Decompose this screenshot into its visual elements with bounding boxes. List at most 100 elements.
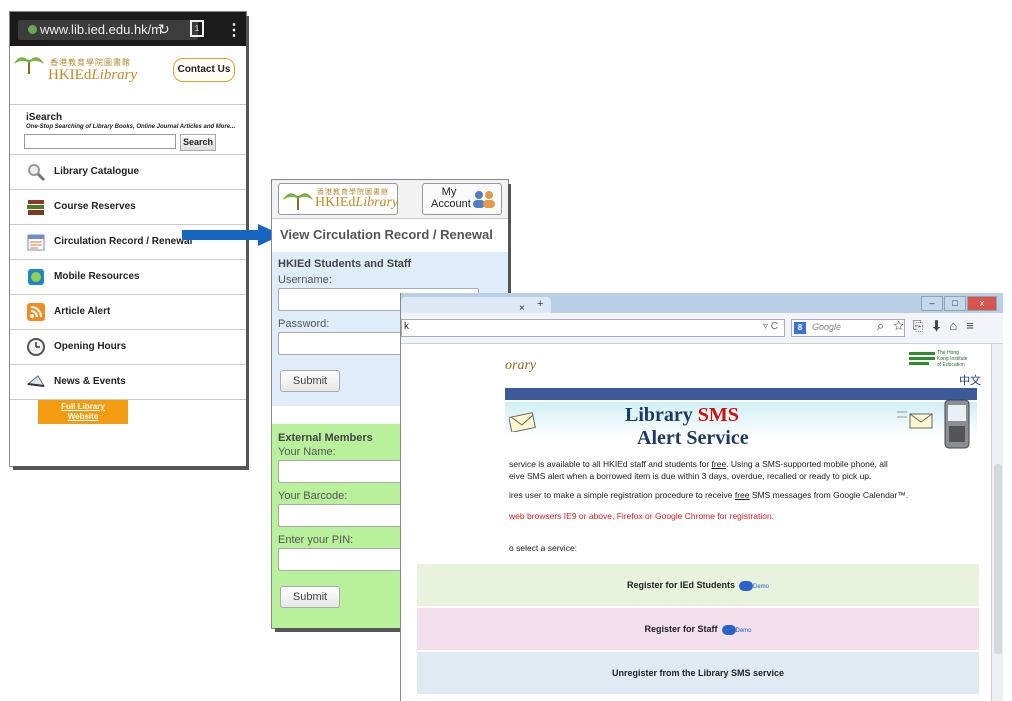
- sms-page: orary The Hong Kong Institute of Educati…: [401, 344, 991, 701]
- staff-section-title: HKIEd Students and Staff: [278, 258, 412, 270]
- login-top-bar: 香港教育學院圖書館 HKIEdLibrary My Account: [272, 180, 508, 219]
- calendar-icon: [27, 234, 45, 251]
- address-bar[interactable]: k ▿ C: [401, 319, 785, 337]
- site-header: 香港教育學院圖書館 HKIEdLibrary Contact Us: [10, 46, 246, 105]
- external-section-title: External Members: [278, 432, 373, 444]
- pin-label: Enter your PIN:: [278, 534, 354, 546]
- users-icon: [473, 191, 495, 208]
- isearch-subtitle: One-Stop Searching of Library Books, Onl…: [26, 124, 236, 130]
- contact-us-button[interactable]: Contact Us: [173, 58, 235, 82]
- menu-item-course-reserves[interactable]: Course Reserves: [10, 189, 246, 224]
- banner-title-line2: Alert Service: [637, 427, 749, 449]
- password-label: Password:: [278, 318, 330, 330]
- close-window-button[interactable]: x: [967, 296, 997, 311]
- library-logo-icon[interactable]: [14, 52, 44, 74]
- search-button[interactable]: Search: [180, 134, 216, 151]
- intro-paragraph-line2: eive SMS alert when a borrowed item is d…: [509, 471, 872, 481]
- browser-tab[interactable]: ×: [401, 297, 551, 314]
- browser-requirement-note: web browsers IE9 or above, Firefox or Go…: [509, 511, 775, 521]
- staff-submit-button[interactable]: Submit: [280, 370, 340, 392]
- overflow-menu-icon[interactable]: ⋮: [226, 20, 242, 40]
- menu-item-label: Course Reserves: [54, 201, 136, 212]
- name-label: Your Name:: [278, 446, 336, 458]
- new-tab-button[interactable]: +: [537, 298, 543, 310]
- register-students-row[interactable]: Register for IEd Students Demo: [417, 564, 979, 606]
- tabs-icon[interactable]: 1: [190, 20, 204, 37]
- barcode-label: Your Barcode:: [278, 490, 348, 502]
- menu-item-news-events[interactable]: News & Events: [10, 364, 246, 400]
- main-menu: Library Catalogue Course Reserves Circul…: [10, 154, 246, 400]
- menu-item-label: Article Alert: [54, 306, 111, 317]
- menu-item-opening-hours[interactable]: Opening Hours: [10, 329, 246, 364]
- search-placeholder: Google: [812, 322, 842, 332]
- megaphone-icon: [26, 375, 45, 387]
- reload-icon[interactable]: ▿ C: [763, 321, 778, 332]
- unregister-row[interactable]: Unregister from the Library SMS service: [417, 652, 979, 694]
- envelope-icon: [509, 412, 536, 432]
- demo-link[interactable]: Demo: [753, 584, 769, 590]
- register-students-label: Register for IEd Students: [626, 580, 735, 590]
- my-account-button[interactable]: My Account: [422, 183, 502, 215]
- rss-icon: [27, 303, 45, 321]
- address-text: k: [404, 321, 409, 332]
- nav-band: [505, 388, 977, 400]
- mobile-globe-icon: [28, 269, 44, 285]
- tv-demo-icon[interactable]: [721, 624, 736, 635]
- intro-paragraph-line1: service is available to all HKIEd staff …: [509, 459, 888, 469]
- library-logo-icon: [283, 193, 313, 210]
- register-staff-label: Register for Staff: [644, 624, 718, 634]
- google-icon: 8: [794, 322, 806, 334]
- vertical-scrollbar[interactable]: [991, 344, 1003, 701]
- search-input[interactable]: [24, 134, 176, 149]
- register-staff-row[interactable]: Register for Staff Demo: [417, 608, 979, 650]
- desktop-browser-screenshot: × + – □ x k ▿ C 8 Google ⌕☆⎘⬇⌂≡ orary The …: [400, 293, 1003, 701]
- full-site-label-line2: Website: [67, 412, 99, 421]
- site-brand-text: orary: [505, 358, 537, 373]
- flow-arrow-icon: [182, 224, 282, 246]
- chinese-language-link[interactable]: 中文: [959, 372, 981, 388]
- browser-url-bar: www.lib.ied.edu.hk/m ↻ 1 ⋮: [10, 12, 246, 46]
- banner-title-line1: Library SMS: [625, 404, 739, 426]
- reload-icon[interactable]: ↻: [158, 21, 170, 38]
- menu-item-label: Circulation Record / Renewal: [54, 236, 193, 247]
- menu-item-article-alert[interactable]: Article Alert: [10, 294, 246, 329]
- mobile-phone-icon: [944, 399, 970, 449]
- sms-banner: Library SMS Alert Service: [505, 399, 977, 452]
- magnifier-icon: [28, 164, 46, 182]
- menu-item-label: News & Events: [54, 376, 126, 387]
- menu-item-mobile-resources[interactable]: Mobile Resources: [10, 259, 246, 294]
- username-label: Username:: [278, 274, 332, 286]
- window-controls: – □ x: [920, 293, 997, 311]
- page-title: View Circulation Record / Renewal: [280, 227, 493, 242]
- home-logo-button[interactable]: 香港教育學院圖書館 HKIEdLibrary: [278, 183, 398, 215]
- navigation-bar: k ▿ C 8 Google ⌕☆⎘⬇⌂≡: [401, 313, 1003, 344]
- unregister-label: Unregister from the Library SMS service: [611, 668, 785, 678]
- tv-demo-icon[interactable]: [739, 580, 753, 591]
- clock-icon: [27, 338, 45, 356]
- logo-english-text: HKIEdLibrary: [315, 195, 399, 210]
- envelope-icon: [897, 411, 933, 429]
- full-library-website-button[interactable]: Full Library Website: [38, 400, 128, 424]
- tab-bar: × + – □ x: [401, 293, 1003, 314]
- select-service-prompt: o select a service:: [509, 543, 578, 553]
- ied-logo-icon[interactable]: [909, 350, 935, 366]
- url-text[interactable]: www.lib.ied.edu.hk/m: [40, 22, 162, 37]
- maximize-button[interactable]: □: [944, 296, 966, 311]
- logo-english-text: HKIEdLibrary: [48, 67, 138, 83]
- full-site-label-line1: Full Library: [61, 402, 105, 411]
- demo-link[interactable]: Demo: [736, 628, 752, 634]
- books-icon: [27, 200, 44, 215]
- scrollbar-thumb[interactable]: [994, 464, 1002, 654]
- toolbar-icons[interactable]: ⌕☆⎘⬇⌂≡: [877, 318, 983, 334]
- external-submit-button[interactable]: Submit: [280, 586, 340, 608]
- my-account-label: My Account: [431, 186, 471, 210]
- registration-note: ires user to make a simple registration …: [509, 490, 909, 500]
- menu-item-label: Opening Hours: [54, 341, 127, 352]
- isearch-title: iSearch: [26, 112, 63, 123]
- minimize-button[interactable]: –: [921, 296, 943, 311]
- globe-icon: [28, 25, 37, 34]
- menu-item-library-catalogue[interactable]: Library Catalogue: [10, 154, 246, 189]
- menu-item-label: Mobile Resources: [54, 271, 140, 282]
- menu-item-label: Library Catalogue: [54, 166, 140, 177]
- ied-logo-text: The Hong Kong Institute of Education: [937, 350, 968, 368]
